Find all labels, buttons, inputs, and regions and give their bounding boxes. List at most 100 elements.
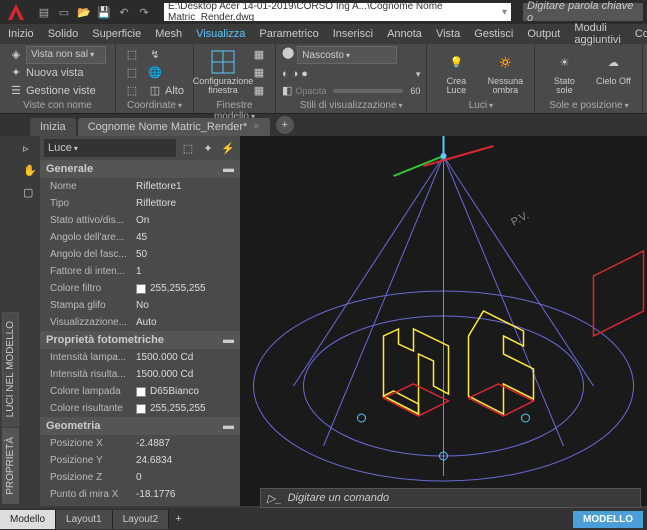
menu-gestisci[interactable]: Gestisci [474,28,513,40]
file-tab-document[interactable]: Cognome Nome Matric_Render*× [78,118,270,136]
quick-icon[interactable]: ⚡ [220,140,236,156]
prop-value: 24.6834 [132,455,240,466]
prop-section-header[interactable]: Geometria▬ [40,417,240,435]
window-icon: ▦ [252,66,266,80]
search-input[interactable]: Digitare parola chiave o [523,3,643,21]
sphere-icon[interactable]: ● [301,68,308,80]
vtab-properties[interactable]: PROPRIETÀ [2,428,19,504]
prop-row[interactable]: Intensità lampa...1500.000 Cd [40,349,240,366]
close-icon[interactable]: × [253,121,259,133]
prop-row[interactable]: Punto di mira X-18.1776 [40,486,240,503]
ucs-btn-4[interactable]: ↯ [145,46,187,63]
no-shadow-button[interactable]: 🔅 Nessuna ombra [482,46,528,97]
win-btn-2[interactable]: ▦ [249,64,269,81]
box-icon[interactable]: ▢ [23,186,37,200]
ucs-btn-2[interactable]: ⬚ [122,64,142,81]
prop-row[interactable]: Colore lampadaD65Bianco [40,383,240,400]
command-line[interactable]: ▷_ Digitare un comando [260,488,641,508]
menu-inserisci[interactable]: Inserisci [333,28,373,40]
sphere-icon[interactable]: ◑ [292,68,299,80]
prop-row[interactable]: Stato attivo/dis...On [40,212,240,229]
ucs-btn-1[interactable]: ⬚ [122,46,142,63]
sun-state-button[interactable]: ☀ Stato sole [541,46,587,97]
viewport[interactable]: P.V. [240,136,647,506]
view-icon: ◈ [9,48,23,62]
opacity-slider[interactable] [333,89,403,93]
style-dd-small[interactable]: ▾ [416,69,421,80]
redo-icon[interactable]: ↷ [136,4,152,20]
ucs-icon: ⬚ [125,48,139,62]
group-label[interactable]: Stili di visualizzazione [282,99,420,111]
prop-row[interactable]: TipoRiflettore [40,195,240,212]
chevron-down-icon[interactable]: ▾ [502,7,507,18]
create-light-button[interactable]: 💡 Crea Luce [433,46,479,97]
group-label[interactable]: Coordinate [122,99,187,111]
hand-icon[interactable]: ✋ [23,164,37,178]
prop-row[interactable]: Intensità risulta...1500.000 Cd [40,366,240,383]
cursor-icon[interactable]: ▹ [23,142,37,156]
new-icon[interactable]: ▭ [56,4,72,20]
view-dropdown[interactable]: ◈Vista non sal [6,46,109,63]
menu-output[interactable]: Output [527,28,560,40]
win-btn-3[interactable]: ▦ [249,82,269,99]
prop-row[interactable]: Angolo dell'are...45 [40,229,240,246]
sphere-icon[interactable]: ⬤ [282,46,294,64]
menu-visualizza[interactable]: Visualizza [196,28,245,40]
manage-views-button[interactable]: ☰Gestione viste [6,82,109,99]
opacity-label: Opacità [295,86,326,96]
group-label[interactable]: Luci [433,99,528,111]
menu-annota[interactable]: Annota [387,28,422,40]
menu-mesh[interactable]: Mesh [155,28,182,40]
prop-row[interactable]: Fattore di inten...1 [40,263,240,280]
sun-icon: ☀ [550,48,578,76]
menu-inizio[interactable]: Inizio [8,28,34,40]
ucs-btn-5[interactable]: 🌐 [145,64,187,81]
prop-row[interactable]: Colore filtro255,255,255 [40,280,240,297]
prop-row[interactable]: Posizione Z0 [40,469,240,486]
undo-icon[interactable]: ↶ [116,4,132,20]
app-logo[interactable] [4,0,28,24]
menu-icon[interactable]: ▤ [36,4,52,20]
save-icon[interactable]: 💾 [96,4,112,20]
menu-collabora[interactable]: Collabora [635,28,647,40]
prop-row[interactable]: Angolo del fasc...50 [40,246,240,263]
new-view-button[interactable]: ✦Nuova vista [6,64,109,81]
menu-superficie[interactable]: Superficie [92,28,141,40]
sphere-icon[interactable]: ◐ [282,68,289,80]
prop-value: 1 [132,266,240,277]
group-label[interactable]: Sole e posizione [541,99,636,111]
model-badge[interactable]: MODELLO [573,511,643,528]
sky-off-button[interactable]: ☁ Cielo Off [590,46,636,88]
ucs-btn-3[interactable]: ⬚ [122,82,142,99]
prop-row[interactable]: Posizione Y24.6834 [40,452,240,469]
selection-dropdown[interactable]: Luce [44,139,176,157]
select-icon[interactable]: ✦ [200,140,216,156]
menu-vista[interactable]: Vista [436,28,460,40]
prop-row[interactable]: Colore risultante255,255,255 [40,400,240,417]
tab-layout1[interactable]: Layout1 [56,510,113,529]
ribbon: ◈Vista non sal ✦Nuova vista ☰Gestione vi… [0,44,647,114]
config-window-button[interactable]: Configurazione finestra [200,46,246,97]
prop-row[interactable]: Punto di mira Y4.1794 [40,503,240,506]
prop-section-header[interactable]: Proprietà fotometriche▬ [40,331,240,349]
prop-row[interactable]: Stampa glifoNo [40,297,240,314]
menu-parametrico[interactable]: Parametrico [259,28,318,40]
vtab-lights[interactable]: LUCI NEL MODELLO [2,312,19,426]
tab-layout2[interactable]: Layout2 [113,510,170,529]
open-icon[interactable]: 📂 [76,4,92,20]
prop-row[interactable]: Posizione X-2.4887 [40,435,240,452]
add-layout-button[interactable]: + [169,513,187,525]
filter-icon[interactable]: ⬚ [180,140,196,156]
prop-row[interactable]: Visualizzazione...Auto [40,314,240,331]
visual-style-dropdown[interactable]: Nascosto [297,46,397,64]
top-button[interactable]: ◫Alto [145,82,187,99]
menu-solido[interactable]: Solido [48,28,79,40]
tab-model[interactable]: Modello [0,510,56,529]
menu-moduli[interactable]: Moduli aggiuntivi [574,22,620,46]
prop-row[interactable]: NomeRiflettore1 [40,178,240,195]
prop-section-header[interactable]: Generale▬ [40,160,240,178]
win-btn-1[interactable]: ▦ [249,46,269,63]
file-tab-start[interactable]: Inizia [30,118,76,136]
props-body: Generale▬NomeRiflettore1TipoRiflettoreSt… [40,160,240,506]
new-tab-button[interactable]: + [276,116,294,134]
